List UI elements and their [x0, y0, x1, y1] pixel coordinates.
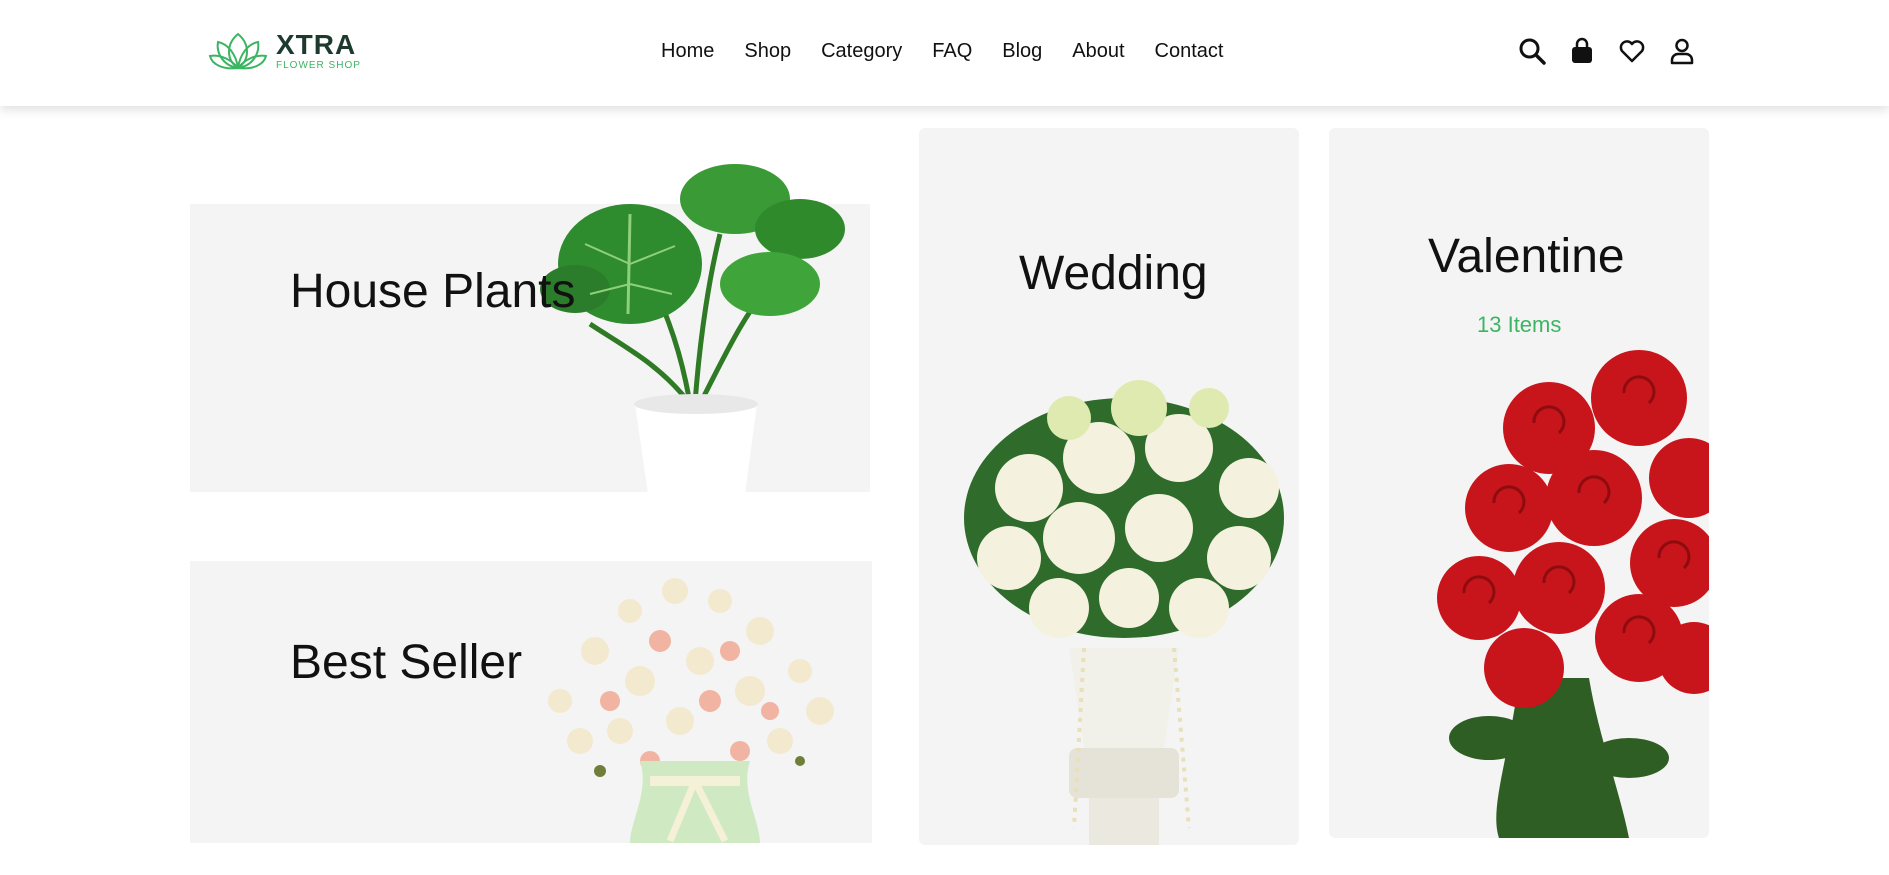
category-title: House Plants [290, 265, 576, 318]
brand-logo[interactable]: XTRA FLOWER SHOP [208, 30, 361, 72]
heart-icon[interactable] [1618, 37, 1646, 65]
brand-tagline: FLOWER SHOP [276, 60, 361, 71]
category-title: Valentine [1428, 230, 1625, 283]
wedding-bouquet-image [964, 380, 1284, 845]
category-card-wedding[interactable]: Wedding [919, 128, 1299, 845]
nav-about[interactable]: About [1072, 40, 1124, 63]
shopping-bag-icon[interactable] [1568, 37, 1596, 65]
nav-faq[interactable]: FAQ [932, 40, 972, 63]
nav-contact[interactable]: Contact [1155, 40, 1224, 63]
nav-category[interactable]: Category [821, 40, 902, 63]
brand-name: XTRA [276, 29, 357, 60]
nav-shop[interactable]: Shop [744, 40, 791, 63]
lotus-logo-icon [208, 32, 268, 70]
main-nav: Home Shop Category FAQ Blog About Contac… [661, 40, 1223, 63]
nav-blog[interactable]: Blog [1002, 40, 1042, 63]
user-icon[interactable] [1668, 37, 1696, 65]
category-title: Wedding [1019, 247, 1208, 300]
category-card-valentine[interactable]: Valentine 13 Items [1329, 128, 1709, 838]
nav-home[interactable]: Home [661, 40, 714, 63]
category-item-count: 13 Items [1477, 312, 1562, 337]
category-title: Best Seller [290, 636, 523, 689]
site-header: XTRA FLOWER SHOP Home Shop Category FAQ … [0, 0, 1889, 106]
flower-bouquet-image [548, 578, 834, 843]
category-card-best-seller[interactable]: Best Seller [190, 561, 872, 843]
search-icon[interactable] [1518, 37, 1546, 65]
red-roses-image [1437, 350, 1709, 838]
category-card-house-plants[interactable]: House Plants [190, 164, 870, 494]
monstera-plant-image [540, 164, 845, 494]
header-actions [1518, 37, 1696, 65]
